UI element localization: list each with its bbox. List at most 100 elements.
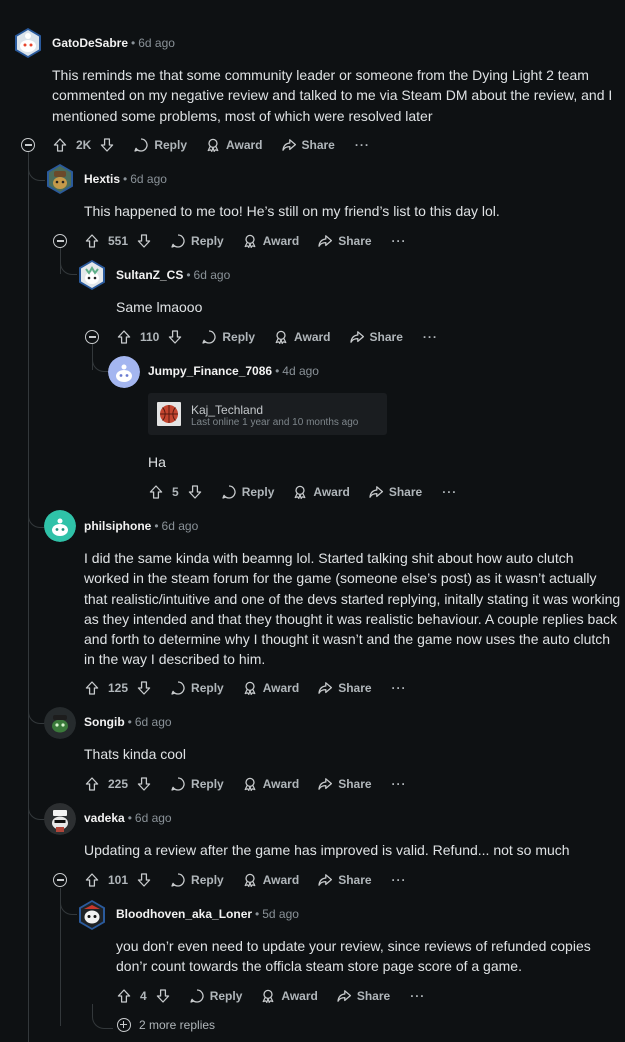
avatar[interactable] [44, 707, 76, 739]
award-button[interactable]: Award [205, 137, 263, 153]
more-options-button[interactable]: ··· [355, 138, 370, 152]
reply-label: Reply [222, 330, 256, 344]
reply-button[interactable]: Reply [221, 484, 274, 500]
avatar[interactable] [76, 259, 108, 291]
upvote-icon[interactable] [84, 680, 100, 696]
reply-label: Reply [191, 234, 224, 248]
reply-label: Reply [209, 989, 243, 1003]
share-button[interactable]: Share [368, 484, 422, 500]
reply-button[interactable]: Reply [170, 680, 224, 696]
username[interactable]: GatoDeSabre [52, 36, 128, 50]
timestamp[interactable]: 5d ago [262, 907, 299, 921]
collapse-button[interactable] [21, 138, 35, 152]
award-button[interactable]: Award [242, 776, 299, 792]
share-button[interactable]: Share [281, 137, 335, 153]
avatar[interactable] [44, 510, 76, 542]
downvote-icon[interactable] [136, 680, 152, 696]
username[interactable]: philsiphone [84, 519, 151, 533]
timestamp[interactable]: 6d ago [130, 172, 167, 186]
share-label: Share [388, 485, 423, 499]
award-label: Award [262, 681, 300, 695]
reply-button[interactable]: Reply [170, 233, 224, 249]
award-button[interactable]: Award [242, 872, 299, 888]
avatar[interactable] [76, 899, 108, 931]
comment-actions: 225 Reply Award Share ··· [84, 772, 407, 796]
thread-curve [28, 168, 45, 181]
more-options-button[interactable]: ··· [392, 777, 407, 791]
timestamp[interactable]: 4d ago [282, 364, 319, 378]
reply-icon [170, 233, 186, 249]
downvote-icon[interactable] [136, 233, 152, 249]
upvote-icon[interactable] [84, 233, 100, 249]
downvote-icon[interactable] [155, 988, 171, 1004]
more-options-button[interactable]: ··· [392, 681, 407, 695]
collapse-button[interactable] [53, 873, 67, 887]
more-options-button[interactable]: ··· [392, 873, 407, 887]
award-button[interactable]: Award [260, 988, 318, 1004]
downvote-icon[interactable] [136, 872, 152, 888]
username[interactable]: Songib [84, 715, 125, 729]
share-button[interactable]: Share [317, 776, 372, 792]
avatar[interactable] [12, 27, 44, 59]
downvote-icon[interactable] [187, 484, 203, 500]
timestamp[interactable]: 6d ago [194, 268, 231, 282]
reply-button[interactable]: Reply [201, 329, 255, 345]
reply-button[interactable]: Reply [170, 872, 224, 888]
downvote-icon[interactable] [167, 329, 183, 345]
upvote-icon[interactable] [116, 988, 132, 1004]
vote-count: 110 [140, 330, 160, 344]
more-options-button[interactable]: ··· [410, 989, 425, 1003]
share-button[interactable]: Share [317, 680, 372, 696]
steam-profile-embed[interactable]: Kaj_Techland Last online 1 year and 10 m… [148, 393, 387, 435]
more-replies-button[interactable]: 2 more replies [117, 1018, 215, 1032]
more-options-button[interactable]: ··· [423, 330, 438, 344]
downvote-icon[interactable] [136, 776, 152, 792]
award-button[interactable]: Award [242, 233, 299, 249]
share-button[interactable]: Share [336, 988, 390, 1004]
award-button[interactable]: Award [242, 680, 299, 696]
share-button[interactable]: Share [317, 872, 372, 888]
award-label: Award [294, 330, 331, 344]
username[interactable]: Bloodhoven_aka_Loner [116, 907, 252, 921]
comment-actions: 101 Reply Award Share ··· [84, 868, 407, 892]
username[interactable]: SultanZ_CS [116, 268, 183, 282]
avatar[interactable] [44, 163, 76, 195]
collapse-button[interactable] [85, 330, 99, 344]
more-options-button[interactable]: ··· [442, 485, 457, 499]
reply-button[interactable]: Reply [133, 137, 187, 153]
username[interactable]: Hextis [84, 172, 120, 186]
share-label: Share [338, 873, 372, 887]
award-button[interactable]: Award [292, 484, 350, 500]
upvote-icon[interactable] [84, 776, 100, 792]
avatar[interactable] [108, 356, 140, 388]
vote-group: 225 [84, 776, 152, 792]
timestamp[interactable]: 6d ago [135, 811, 172, 825]
award-button[interactable]: Award [273, 329, 331, 345]
username[interactable]: vadeka [84, 811, 125, 825]
share-button[interactable]: Share [317, 233, 372, 249]
avatar[interactable] [44, 803, 76, 835]
thread-curve [92, 1004, 113, 1029]
share-button[interactable]: Share [349, 329, 403, 345]
comment-meta: Hextis • 6d ago [84, 172, 167, 186]
timestamp[interactable]: 6d ago [162, 519, 199, 533]
reply-icon [201, 329, 217, 345]
reply-button[interactable]: Reply [189, 988, 243, 1004]
collapse-button[interactable] [53, 234, 67, 248]
reply-button[interactable]: Reply [170, 776, 224, 792]
downvote-icon[interactable] [99, 137, 115, 153]
share-label: Share [338, 234, 372, 248]
upvote-icon[interactable] [148, 484, 164, 500]
username[interactable]: Jumpy_Finance_7086 [148, 364, 272, 378]
upvote-icon[interactable] [116, 329, 132, 345]
timestamp[interactable]: 6d ago [138, 36, 175, 50]
vote-count: 101 [108, 873, 129, 887]
snoo-avatar-icon [79, 900, 105, 930]
upvote-icon[interactable] [52, 137, 68, 153]
thread-curve [60, 900, 77, 915]
more-options-button[interactable]: ··· [392, 234, 407, 248]
comment-actions: 5 Reply Award Share ··· [148, 480, 457, 504]
vote-count: 2K [76, 138, 92, 152]
timestamp[interactable]: 6d ago [135, 715, 172, 729]
upvote-icon[interactable] [84, 872, 100, 888]
